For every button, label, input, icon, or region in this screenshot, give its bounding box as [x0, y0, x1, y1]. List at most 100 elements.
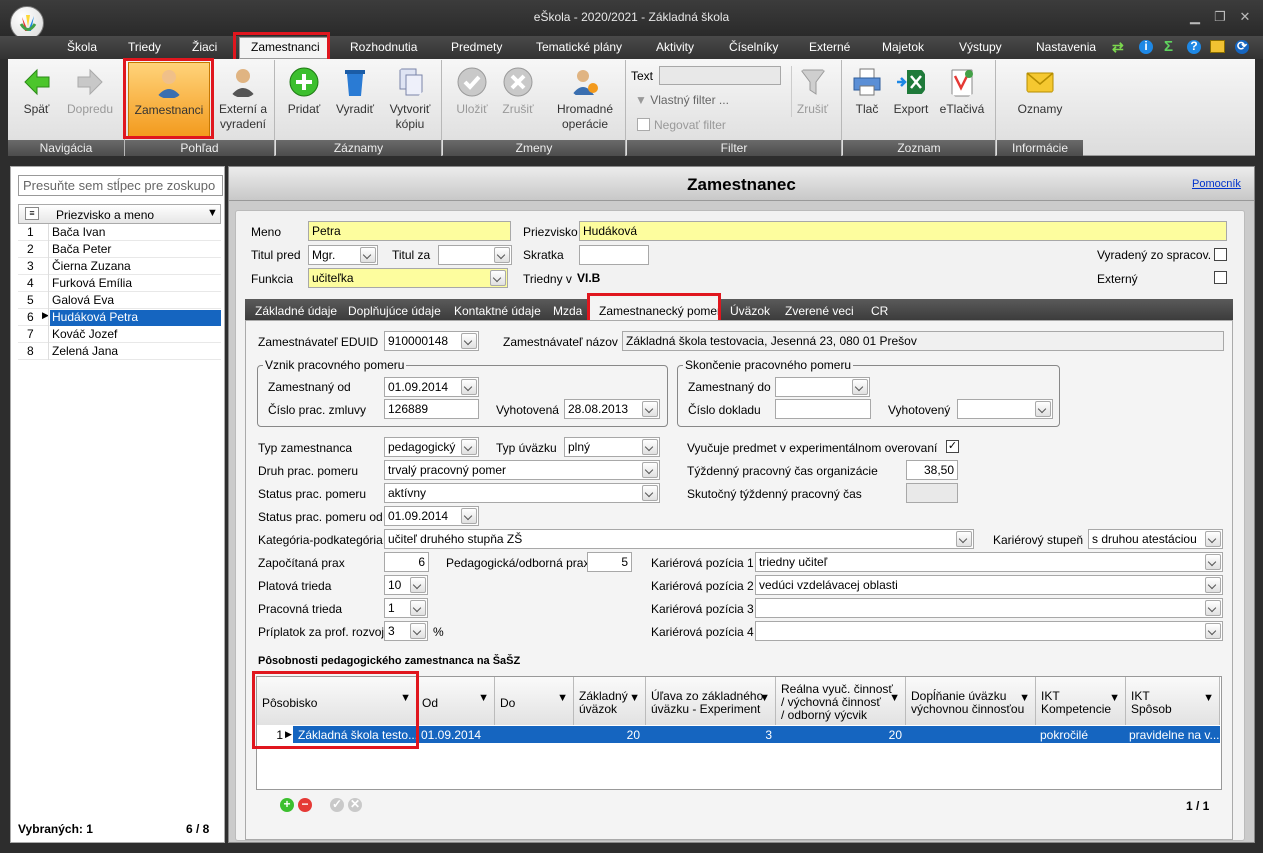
menu-ziaci[interactable]: Žiaci — [192, 40, 217, 56]
custom-filter-button[interactable]: ▼ Vlastný filter ... — [635, 93, 729, 107]
retired-checkbox[interactable] — [1214, 248, 1227, 261]
refresh-icon[interactable]: ⇄ — [1112, 39, 1124, 56]
chevron-down-icon[interactable] — [410, 600, 426, 616]
chevron-down-icon[interactable] — [461, 508, 477, 524]
toolbox-icon[interactable] — [1210, 40, 1225, 53]
confirm-row-icon[interactable]: ✓ — [330, 798, 344, 812]
employee-type-select[interactable]: pedagogický — [384, 437, 479, 457]
cancel-row-icon[interactable]: ✕ — [348, 798, 362, 812]
menu-rozhodnutia[interactable]: Rozhodnutia — [350, 40, 417, 56]
menu-aktivity[interactable]: Aktivity — [656, 40, 694, 56]
category-select[interactable]: učiteľ druhého stupňa ZŠ — [384, 529, 974, 549]
function-select[interactable]: učiteľka — [308, 268, 508, 288]
tab-basic-data[interactable]: Základné údaje — [255, 304, 337, 318]
menu-triedy[interactable]: Triedy — [128, 40, 161, 56]
chevron-down-icon[interactable] — [461, 333, 477, 349]
menu-majetok[interactable]: Majetok — [882, 40, 924, 56]
first-name-field[interactable]: Petra — [308, 221, 511, 241]
grid-header-relief[interactable]: Úľava zo základného úväzku - Experiment ▼ — [646, 677, 776, 725]
chevron-down-icon[interactable] — [1205, 600, 1221, 616]
grid-header-ikt-way[interactable]: IKT Spôsob ▼ — [1126, 677, 1220, 725]
column-filter-icon[interactable]: ▼ — [557, 692, 568, 705]
grid-header-to[interactable]: Do ▼ — [495, 677, 574, 725]
cell-ikt[interactable]: pokročilé — [1040, 728, 1088, 742]
workload-type-select[interactable]: plný — [564, 437, 660, 457]
employed-to-date[interactable] — [775, 377, 870, 397]
forward-button[interactable]: Dopredu — [62, 66, 118, 117]
add-button[interactable]: Pridať — [282, 66, 326, 117]
surname-field[interactable]: Hudáková — [579, 221, 1227, 241]
list-column-header[interactable]: Priezvisko a meno — [56, 208, 154, 222]
copy-button[interactable]: Vytvoriť kópiu — [382, 66, 438, 132]
counted-practice-field[interactable]: 6 — [384, 552, 429, 572]
grid-header-real[interactable]: Reálna vyuč. činnosť / výchovná činnosť / … — [776, 677, 906, 725]
abbreviation-field[interactable] — [579, 245, 649, 265]
add-row-icon[interactable]: + — [280, 798, 294, 812]
tab-cr[interactable]: CR — [871, 304, 888, 318]
menu-tematicke-plany[interactable]: Tematické plány — [536, 40, 622, 56]
career-position-4-select[interactable] — [755, 621, 1223, 641]
chevron-down-icon[interactable] — [461, 439, 477, 455]
work-class-select[interactable]: 1 — [384, 598, 428, 618]
chevron-down-icon[interactable] — [410, 623, 426, 639]
grid-header-fill[interactable]: Dopĺňanie úväzku výchovnou činnosťou ▼ — [906, 677, 1036, 725]
cell-ikt-way[interactable]: pravidelne na v... — [1129, 728, 1220, 742]
weekly-org-hours-field[interactable]: 38,50 — [906, 460, 958, 480]
cell-real[interactable]: 20 — [776, 728, 902, 742]
chevron-down-icon[interactable] — [1035, 401, 1051, 417]
restore-button[interactable]: ❐ — [1213, 10, 1227, 24]
chevron-down-icon[interactable] — [642, 401, 658, 417]
column-filter-icon[interactable]: ▼ — [629, 692, 640, 705]
tab-entrusted-items[interactable]: Zverené veci — [785, 304, 854, 318]
chevron-down-icon[interactable] — [852, 379, 868, 395]
career-position-1-select[interactable]: triedny učiteľ — [755, 552, 1223, 572]
menu-ciselniky[interactable]: Číselníky — [729, 40, 778, 56]
external-checkbox[interactable] — [1214, 271, 1227, 284]
cancel-filter-button[interactable]: Zrušiť — [791, 66, 833, 117]
cell-from[interactable]: 01.09.2014 — [421, 728, 481, 742]
chevron-down-icon[interactable] — [490, 270, 506, 286]
column-filter-icon[interactable]: ▼ — [1203, 692, 1214, 705]
employment-kind-select[interactable]: trvalý pracovný pomer — [384, 460, 660, 480]
document-number-field[interactable] — [775, 399, 871, 419]
grid-header-ikt[interactable]: IKT Kompetencie ▼ — [1036, 677, 1126, 725]
close-button[interactable]: ✕ — [1238, 10, 1252, 24]
employer-name-field[interactable]: Základná škola testovacia, Jesenná 23, 0… — [622, 331, 1224, 351]
external-view-button[interactable]: Externí a vyradení — [213, 66, 273, 132]
column-filter-icon[interactable]: ▼ — [1019, 692, 1030, 705]
chevron-down-icon[interactable] — [1205, 577, 1221, 593]
remove-button[interactable]: Vyradiť — [330, 66, 380, 117]
career-level-select[interactable]: s druhou atestáciou — [1088, 529, 1223, 549]
career-position-3-select[interactable] — [755, 598, 1223, 618]
end-issued-date[interactable] — [957, 399, 1053, 419]
menu-nastavenia[interactable]: Nastavenia — [1036, 40, 1096, 56]
sum-icon[interactable]: Σ — [1164, 38, 1173, 55]
tab-workload[interactable]: Úväzok — [730, 304, 770, 318]
cell-base[interactable]: 20 — [574, 728, 640, 742]
negate-filter-checkbox[interactable] — [637, 118, 650, 131]
remove-row-icon[interactable]: − — [298, 798, 312, 812]
chevron-down-icon[interactable] — [642, 439, 658, 455]
info-icon[interactable]: i — [1139, 40, 1153, 54]
menu-skola[interactable]: Škola — [67, 40, 97, 56]
tab-contact-data[interactable]: Kontaktné údaje — [454, 304, 541, 318]
minimize-button[interactable]: ▁ — [1188, 10, 1202, 24]
grid-header-from[interactable]: Od ▼ — [417, 677, 495, 725]
title-before-select[interactable]: Mgr. — [308, 245, 378, 265]
chevron-down-icon[interactable] — [642, 462, 658, 478]
contract-number-field[interactable]: 126889 — [384, 399, 479, 419]
chevron-down-icon[interactable] — [360, 247, 376, 263]
update-icon[interactable]: ⟳ — [1235, 40, 1249, 54]
menu-predmety[interactable]: Predmety — [451, 40, 502, 56]
cancel-changes-button[interactable]: Zrušiť — [497, 66, 539, 117]
employed-from-date[interactable]: 01.09.2014 — [384, 377, 479, 397]
help-link[interactable]: Pomocník — [1192, 178, 1241, 190]
eforms-button[interactable]: eTlačivá — [937, 66, 987, 117]
chevron-down-icon[interactable] — [1205, 531, 1221, 547]
chevron-down-icon[interactable] — [494, 247, 510, 263]
chevron-down-icon[interactable] — [410, 577, 426, 593]
print-button[interactable]: Tlač — [849, 66, 885, 117]
chevron-down-icon[interactable] — [1205, 554, 1221, 570]
menu-vystupy[interactable]: Výstupy — [959, 40, 1002, 56]
chevron-down-icon[interactable] — [642, 485, 658, 501]
